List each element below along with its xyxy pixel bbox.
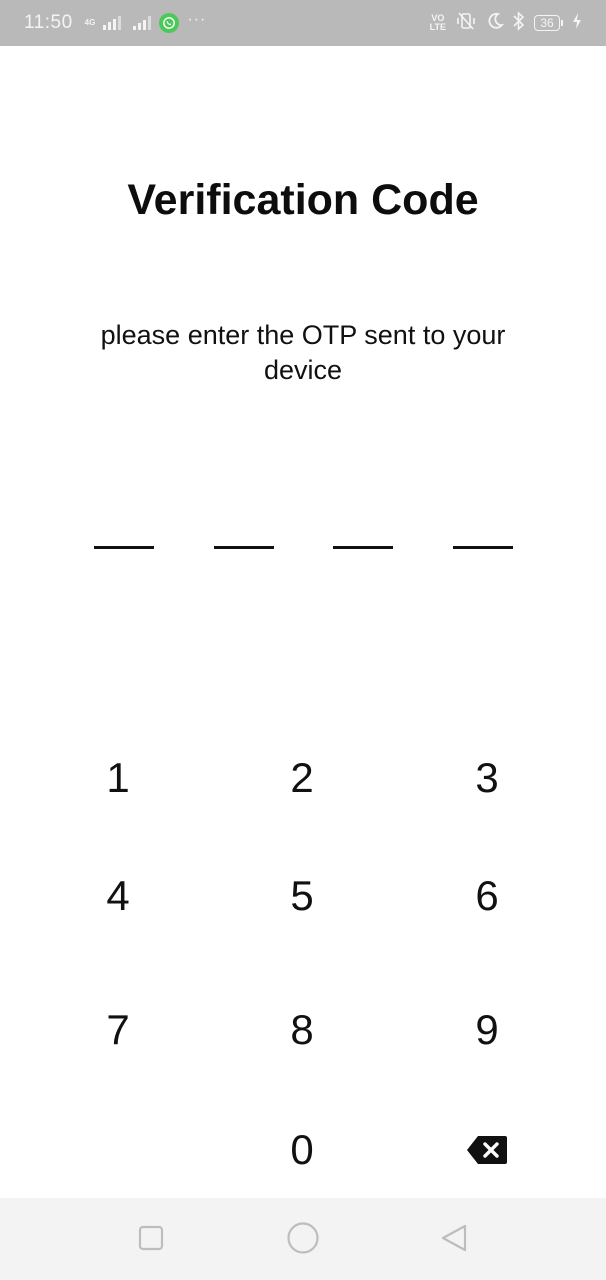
otp-input[interactable] bbox=[0, 546, 606, 550]
recent-apps-button[interactable] bbox=[133, 1222, 169, 1258]
back-icon bbox=[439, 1223, 469, 1258]
status-bar: 11:50 4G ··· VO LTE 36 bbox=[0, 0, 606, 46]
network-type-indicator: 4G bbox=[85, 19, 96, 27]
key-2[interactable]: 2 bbox=[242, 738, 362, 818]
page-title: Verification Code bbox=[127, 176, 479, 224]
otp-digit-slot-1[interactable] bbox=[94, 546, 154, 549]
home-button[interactable] bbox=[285, 1221, 321, 1260]
key-9[interactable]: 9 bbox=[427, 990, 547, 1070]
more-dots-icon: ··· bbox=[187, 11, 207, 28]
battery-icon: 36 bbox=[534, 15, 563, 31]
key-0[interactable]: 0 bbox=[242, 1110, 362, 1190]
signal-icon bbox=[103, 16, 122, 30]
otp-digit-slot-4[interactable] bbox=[453, 546, 513, 549]
home-icon bbox=[286, 1221, 320, 1260]
backspace-icon bbox=[466, 1135, 508, 1165]
key-5[interactable]: 5 bbox=[242, 856, 362, 936]
back-button[interactable] bbox=[436, 1222, 472, 1258]
otp-digit-slot-2[interactable] bbox=[214, 546, 274, 549]
otp-digit-slot-3[interactable] bbox=[333, 546, 393, 549]
backspace-button[interactable] bbox=[427, 1110, 547, 1190]
status-time: 11:50 bbox=[24, 12, 73, 33]
navigation-bar bbox=[0, 1198, 606, 1280]
moon-icon bbox=[486, 12, 504, 35]
key-6[interactable]: 6 bbox=[427, 856, 547, 936]
key-1[interactable]: 1 bbox=[58, 738, 178, 818]
volte-label-bottom: LTE bbox=[429, 22, 446, 32]
battery-level: 36 bbox=[534, 15, 560, 31]
volte-icon: VO LTE bbox=[430, 14, 446, 32]
vibrate-icon bbox=[455, 11, 477, 35]
signal-icon bbox=[133, 16, 152, 30]
key-4[interactable]: 4 bbox=[58, 856, 178, 936]
bluetooth-icon bbox=[513, 10, 525, 36]
key-7[interactable]: 7 bbox=[58, 990, 178, 1070]
key-3[interactable]: 3 bbox=[427, 738, 547, 818]
otp-instruction: please enter the OTP sent to your device bbox=[100, 320, 506, 385]
key-8[interactable]: 8 bbox=[242, 990, 362, 1070]
whatsapp-icon bbox=[159, 13, 180, 33]
network-type-label: 4G bbox=[84, 18, 96, 27]
status-left: 11:50 4G ··· bbox=[24, 11, 207, 34]
recent-apps-icon bbox=[138, 1225, 164, 1256]
charging-icon bbox=[572, 12, 582, 34]
status-right: VO LTE 36 bbox=[430, 10, 582, 36]
